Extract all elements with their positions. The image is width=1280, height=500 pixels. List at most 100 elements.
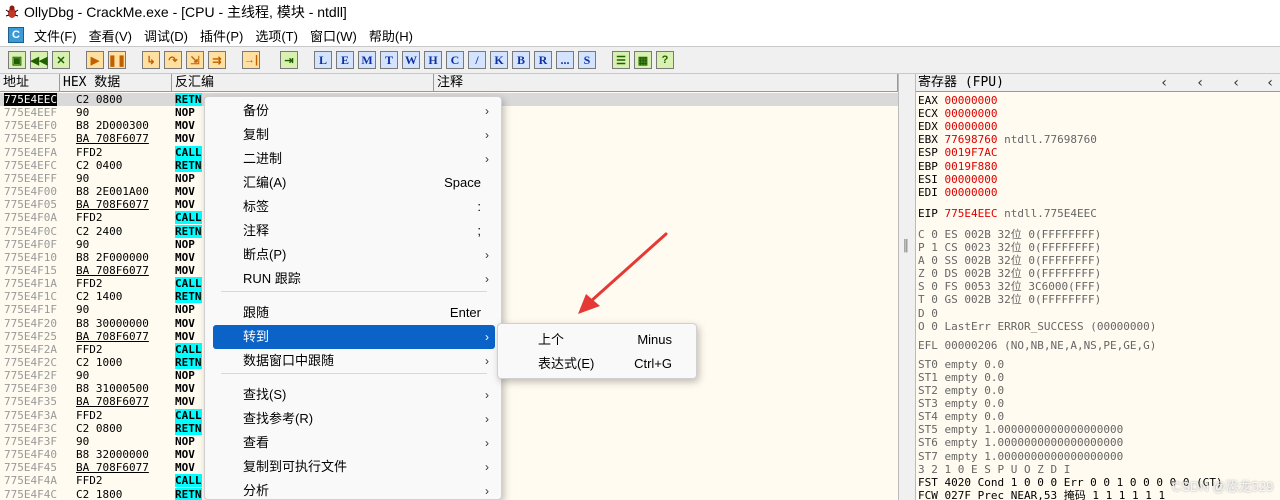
help-icon[interactable]: ? — [656, 51, 674, 69]
grid-icon[interactable]: ▦ — [634, 51, 652, 69]
context-menu-item[interactable]: RUN 跟踪 › — [213, 267, 495, 291]
patches-button[interactable]: / — [468, 51, 486, 69]
close-debuggee-icon[interactable]: ✕ — [52, 51, 70, 69]
flag-row[interactable]: S 0 FS 0053 32位 3C6000(FFF) — [918, 280, 1101, 293]
log-window-button[interactable]: L — [314, 51, 332, 69]
menu-file[interactable]: 文件(F) — [28, 26, 83, 45]
register-row[interactable]: ECX 00000000 — [918, 107, 997, 120]
submenu-item-expression[interactable]: 表达式(E) Ctrl+G — [502, 352, 692, 376]
menu-view[interactable]: 查看(V) — [83, 26, 138, 45]
flag-row[interactable]: C 0 ES 002B 32位 0(FFFFFFFF) — [918, 228, 1101, 241]
windows-button[interactable]: W — [402, 51, 420, 69]
context-menu-item[interactable]: 标签: — [213, 195, 495, 219]
register-value: 00000000 — [944, 94, 998, 107]
disasm-opcode: CALL — [175, 408, 202, 422]
step-over-icon[interactable]: ↷ — [164, 51, 182, 69]
fpu-row[interactable]: ST6 empty 1.0000000000000000000 — [918, 436, 1123, 449]
context-menu-item[interactable]: 查找参考(R) › — [213, 407, 495, 431]
menu-help[interactable]: 帮助(H) — [363, 26, 419, 45]
trace-into-icon[interactable]: ⇲ — [186, 51, 204, 69]
context-menu-item[interactable]: 转到 › — [213, 325, 495, 349]
open-icon[interactable]: ▣ — [8, 51, 26, 69]
execute-till-return-icon[interactable]: →| — [242, 51, 260, 69]
context-menu-item[interactable]: 查找(S) › — [213, 383, 495, 407]
step-into-icon[interactable]: ↳ — [142, 51, 160, 69]
column-header-disasm[interactable]: 反汇编 — [172, 74, 434, 92]
flag-row[interactable]: T 0 GS 002B 32位 0(FFFFFFFF) — [918, 293, 1101, 306]
menu-item-label: 复制到可执行文件 — [243, 459, 348, 474]
fpu-row[interactable]: ST5 empty 1.0000000000000000000 — [918, 423, 1123, 436]
context-menu-item[interactable]: 分析 › — [213, 479, 495, 500]
run-icon[interactable]: ▶ — [86, 51, 104, 69]
registers-header[interactable]: 寄存器 (FPU) — [916, 74, 1280, 92]
fpu-bits-row[interactable]: 3 2 1 0 E S P U O Z D I — [918, 463, 1070, 476]
context-menu-item[interactable]: 复制 › — [213, 123, 495, 147]
chevron-left-icon[interactable]: ‹ — [1232, 74, 1240, 92]
column-header-hex[interactable]: HEX 数据 — [60, 74, 172, 92]
executables-button[interactable]: E — [336, 51, 354, 69]
flag-row[interactable]: P 1 CS 0023 32位 0(FFFFFFFF) — [918, 241, 1101, 254]
context-menu-item[interactable]: 注释; — [213, 219, 495, 243]
chevron-left-icon[interactable]: ‹ — [1266, 74, 1274, 92]
flag-row[interactable]: A 0 SS 002B 32位 0(FFFFFFFF) — [918, 254, 1101, 267]
register-row[interactable]: ESI 00000000 — [918, 173, 997, 186]
register-row-eip[interactable]: EIP 775E4EEC ntdll.775E4EEC — [918, 207, 1097, 220]
registers-pane[interactable]: 寄存器 (FPU) ‹ ‹ ‹ ‹ EAX 00000000 ECX 00000… — [916, 74, 1280, 500]
fpu-row[interactable]: ST2 empty 0.0 — [918, 384, 1004, 397]
go-to-icon[interactable]: ⇥ — [280, 51, 298, 69]
disasm-hex: C2 1000 — [76, 356, 123, 369]
register-row[interactable]: EDI 00000000 — [918, 186, 997, 199]
restart-icon[interactable]: ◀◀ — [30, 51, 48, 69]
source-button[interactable]: S — [578, 51, 596, 69]
disasm-hex: C2 0800 — [76, 421, 123, 435]
disasm-hex: 90 — [76, 369, 90, 383]
fpu-row[interactable]: ST3 empty 0.0 — [918, 397, 1004, 410]
column-header-address[interactable]: 地址 — [0, 74, 60, 92]
cpu-button[interactable]: C — [446, 51, 464, 69]
pause-icon[interactable]: ❚❚ — [108, 51, 126, 69]
context-menu-item[interactable]: 断点(P) › — [213, 243, 495, 267]
context-menu-item[interactable]: 汇编(A) Space — [213, 171, 495, 195]
fpu-row[interactable]: ST7 empty 1.0000000000000000000 — [918, 450, 1123, 463]
menu-debug[interactable]: 调试(D) — [138, 26, 194, 45]
handles-button[interactable]: H — [424, 51, 442, 69]
eflags-row[interactable]: EFL 00000206 (NO,NB,NE,A,NS,PE,GE,G) — [918, 339, 1156, 352]
context-menu-item[interactable]: 查看 › — [213, 431, 495, 455]
menu-options[interactable]: 选项(T) — [249, 26, 304, 45]
submenu-item-previous[interactable]: 上个 Minus — [502, 328, 692, 352]
breakpoints-button[interactable]: B — [512, 51, 530, 69]
disasm-hex: 90 — [76, 237, 90, 251]
register-row[interactable]: ESP 0019F7AC — [918, 146, 997, 159]
flag-row[interactable]: O 0 LastErr ERROR_SUCCESS (00000000) — [918, 320, 1156, 333]
context-menu-item[interactable]: 复制到可执行文件 › — [213, 455, 495, 479]
memory-map-button[interactable]: M — [358, 51, 376, 69]
chevron-left-icon[interactable]: ‹ — [1160, 74, 1168, 92]
fcw-row[interactable]: FCW 027F Prec NEAR,53 掩码 1 1 1 1 1 1 — [918, 489, 1165, 500]
pane-splitter[interactable]: ║ — [898, 74, 916, 500]
column-header-comment[interactable]: 注释 — [434, 74, 898, 92]
threads-button[interactable]: T — [380, 51, 398, 69]
context-menu-item[interactable]: 备份 › — [213, 99, 495, 123]
disasm-address: 775E4F4C — [4, 487, 57, 500]
list-icon[interactable]: ☰ — [612, 51, 630, 69]
register-row[interactable]: EDX 00000000 — [918, 120, 997, 133]
menu-window[interactable]: 窗口(W) — [304, 26, 363, 45]
menu-plugins[interactable]: 插件(P) — [194, 26, 249, 45]
register-row[interactable]: EAX 00000000 — [918, 94, 997, 107]
register-row[interactable]: EBP 0019F880 — [918, 160, 997, 173]
references-button[interactable]: R — [534, 51, 552, 69]
context-menu-item[interactable]: 二进制 › — [213, 147, 495, 171]
call-stack-button[interactable]: K — [490, 51, 508, 69]
fpu-row[interactable]: ST0 empty 0.0 — [918, 358, 1004, 371]
trace-over-icon[interactable]: ⇉ — [208, 51, 226, 69]
register-row[interactable]: EBX 77698760 ntdll.77698760 — [918, 133, 1097, 146]
flag-row[interactable]: D 0 — [918, 307, 938, 320]
fpu-row[interactable]: ST4 empty 0.0 — [918, 410, 1004, 423]
flag-row[interactable]: Z 0 DS 002B 32位 0(FFFFFFFF) — [918, 267, 1101, 280]
chevron-left-icon[interactable]: ‹ — [1196, 74, 1204, 92]
fpu-row[interactable]: ST1 empty 0.0 — [918, 371, 1004, 384]
context-menu-item[interactable]: 跟随 Enter — [213, 301, 495, 325]
run-trace-button[interactable]: ... — [556, 51, 574, 69]
context-menu-item[interactable]: 数据窗口中跟随 › — [213, 349, 495, 373]
cpu-window-button[interactable]: C — [8, 27, 24, 43]
